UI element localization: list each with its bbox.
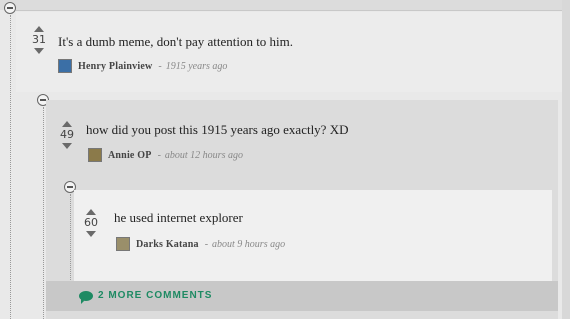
score: 31: [32, 33, 46, 46]
timestamp[interactable]: about 9 hours ago: [212, 239, 285, 250]
author-link[interactable]: Annie OP: [108, 150, 152, 161]
comment-1: 31 It's a dumb meme, don't pay attention…: [16, 12, 562, 92]
reply-thread-line: [43, 107, 44, 319]
collapse-thread-button[interactable]: [4, 2, 16, 14]
nested-thread-line: [70, 194, 71, 282]
author-link[interactable]: Darks Katana: [136, 239, 199, 250]
avatar[interactable]: [116, 237, 130, 251]
vote-widget: 60: [80, 209, 102, 237]
top-bar: [0, 0, 570, 10]
upvote-arrow-icon[interactable]: [34, 26, 44, 32]
avatar[interactable]: [88, 148, 102, 162]
upvote-arrow-icon[interactable]: [86, 209, 96, 215]
comment-3: 60 he used internet explorer Darks Katan…: [74, 190, 552, 281]
separator: -: [204, 238, 209, 250]
divider: [16, 10, 562, 11]
separator: -: [157, 149, 161, 161]
comment-meta: Annie OP - about 12 hours ago: [88, 148, 243, 162]
upvote-arrow-icon[interactable]: [62, 121, 72, 127]
thread-line: [10, 15, 11, 319]
score: 49: [60, 128, 74, 141]
comment-text: It's a dumb meme, don't pay attention to…: [58, 34, 294, 49]
avatar[interactable]: [58, 59, 72, 73]
vote-widget: 49: [56, 121, 78, 149]
comment-text: how did you post this 1915 years ago exa…: [86, 122, 349, 137]
vote-widget: 31: [28, 26, 50, 54]
right-edge-strip: [562, 0, 570, 319]
downvote-arrow-icon[interactable]: [34, 48, 44, 54]
comment-meta: Henry Plainview - 1915 years ago: [58, 59, 227, 73]
more-comments-label: 2 MORE COMMENTS: [98, 290, 213, 301]
score: 60: [84, 216, 98, 229]
separator: -: [158, 60, 162, 72]
downvote-arrow-icon[interactable]: [62, 143, 72, 149]
author-link[interactable]: Henry Plainview: [78, 61, 152, 72]
downvote-arrow-icon[interactable]: [86, 231, 96, 237]
more-comments-link[interactable]: 2 MORE COMMENTS: [79, 290, 213, 304]
speech-bubble-icon: [79, 290, 93, 304]
more-comments-bar: 2 MORE COMMENTS: [46, 281, 558, 311]
comment-meta: Darks Katana - about 9 hours ago: [116, 237, 285, 251]
timestamp[interactable]: 1915 years ago: [166, 61, 228, 72]
timestamp[interactable]: about 12 hours ago: [165, 150, 243, 161]
comment-text: he used internet explorer: [114, 210, 243, 225]
